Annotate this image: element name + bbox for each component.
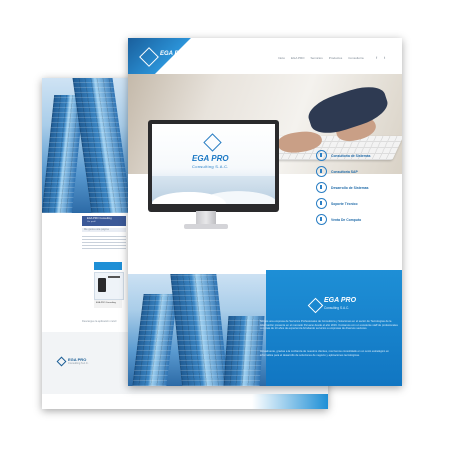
service-label: Soporte Técnico bbox=[331, 201, 358, 206]
fb-like-bar[interactable]: Me gusta esta página bbox=[82, 228, 126, 232]
service-label: Venta De Computo bbox=[331, 217, 362, 222]
code-icon bbox=[316, 182, 327, 193]
facebook-mock: EGA PRO Consulting Ver perfil Me gusta e… bbox=[82, 214, 126, 316]
logo-icon bbox=[56, 356, 67, 367]
monitor-screen: EGA PRO Consulting S.A.C. bbox=[152, 124, 275, 204]
tower-shape bbox=[132, 294, 178, 386]
monitor-image: EGA PRO Consulting S.A.C. bbox=[148, 120, 279, 212]
phone-icon bbox=[98, 278, 106, 292]
logo-icon bbox=[307, 297, 324, 314]
service-label: Consultoría SAP bbox=[331, 169, 358, 174]
service-item[interactable]: Consultoría SAP bbox=[316, 166, 358, 177]
computer-icon bbox=[316, 214, 327, 225]
wrench-icon bbox=[316, 198, 327, 209]
tower-shape bbox=[223, 316, 265, 386]
fb-header: EGA PRO Consulting Ver perfil bbox=[82, 216, 126, 226]
service-item[interactable]: Venta De Computo bbox=[316, 214, 361, 225]
logo-icon bbox=[203, 133, 222, 152]
logo-icon bbox=[139, 47, 159, 67]
paragraph-2: Actualmente, gracias a la confianza de n… bbox=[260, 350, 389, 357]
service-item[interactable]: Consultoría de Sistemas bbox=[316, 150, 371, 161]
screen-tagline: Consulting S.A.C. bbox=[192, 164, 229, 169]
tower-shape bbox=[72, 78, 132, 213]
service-item[interactable]: Soporte Técnico bbox=[316, 198, 358, 209]
gear-icon bbox=[316, 150, 327, 161]
screen-brand: EGA PRO bbox=[192, 154, 229, 163]
header-brand: EGA PRO bbox=[160, 51, 188, 57]
service-label: Desarrollo de Sistemas bbox=[331, 185, 369, 190]
monitor-base bbox=[184, 224, 228, 229]
nav-item-consultoria[interactable]: Consultoría bbox=[348, 56, 363, 60]
clouds-image bbox=[152, 176, 275, 204]
fb-like-label: Me gusta esta página bbox=[84, 228, 109, 231]
nav-item-servicios[interactable]: Servicios bbox=[311, 56, 323, 60]
site-header: EGA PRO Inicio EGA PRO Servicios Product… bbox=[128, 38, 402, 74]
fb-footer-label: EGA PRO Consulting bbox=[96, 302, 116, 304]
tower-shape bbox=[169, 270, 229, 386]
about-text-1: Somos una empresa de Servicios Profesion… bbox=[260, 320, 398, 346]
fb-post-text bbox=[82, 236, 126, 250]
iphone-label bbox=[108, 276, 120, 278]
paragraph-1: Somos una empresa de Servicios Profesion… bbox=[260, 320, 398, 331]
sap-icon bbox=[316, 166, 327, 177]
footer-sub: Consulting S.A.C. bbox=[68, 362, 89, 365]
header-logo-block[interactable]: EGA PRO bbox=[128, 38, 196, 74]
main-nav: Inicio EGA PRO Servicios Productos Consu… bbox=[278, 56, 364, 60]
panel-brand: EGA PRO bbox=[324, 297, 357, 304]
panel-tagline: Consulting S.A.C. bbox=[324, 306, 350, 310]
service-label: Consultoría de Sistemas bbox=[331, 153, 371, 158]
front-page: EGA PRO Inicio EGA PRO Servicios Product… bbox=[128, 38, 402, 386]
fb-footer-brand: EGA PRO Consulting bbox=[94, 300, 122, 308]
nav-item-ega[interactable]: EGA PRO bbox=[291, 56, 305, 60]
fb-phone-image bbox=[94, 272, 124, 300]
twitter-icon[interactable]: t bbox=[384, 55, 385, 60]
download-caption: Descargue la aplicación móvil bbox=[82, 320, 117, 323]
fb-page-title: EGA PRO Consulting bbox=[87, 217, 112, 220]
fb-ad-image bbox=[94, 262, 122, 270]
building-photo bbox=[128, 270, 266, 386]
footer-accent bbox=[252, 394, 328, 409]
nav-item-inicio[interactable]: Inicio bbox=[278, 56, 285, 60]
monitor-stand bbox=[196, 211, 216, 225]
fb-page-link[interactable]: Ver perfil bbox=[87, 221, 96, 223]
building-photo bbox=[42, 78, 132, 213]
nav-item-productos[interactable]: Productos bbox=[329, 56, 343, 60]
about-text-2: Actualmente, gracias a la confianza de n… bbox=[260, 350, 398, 364]
facebook-icon[interactable]: f bbox=[376, 55, 377, 60]
service-item[interactable]: Desarrollo de Sistemas bbox=[316, 182, 369, 193]
